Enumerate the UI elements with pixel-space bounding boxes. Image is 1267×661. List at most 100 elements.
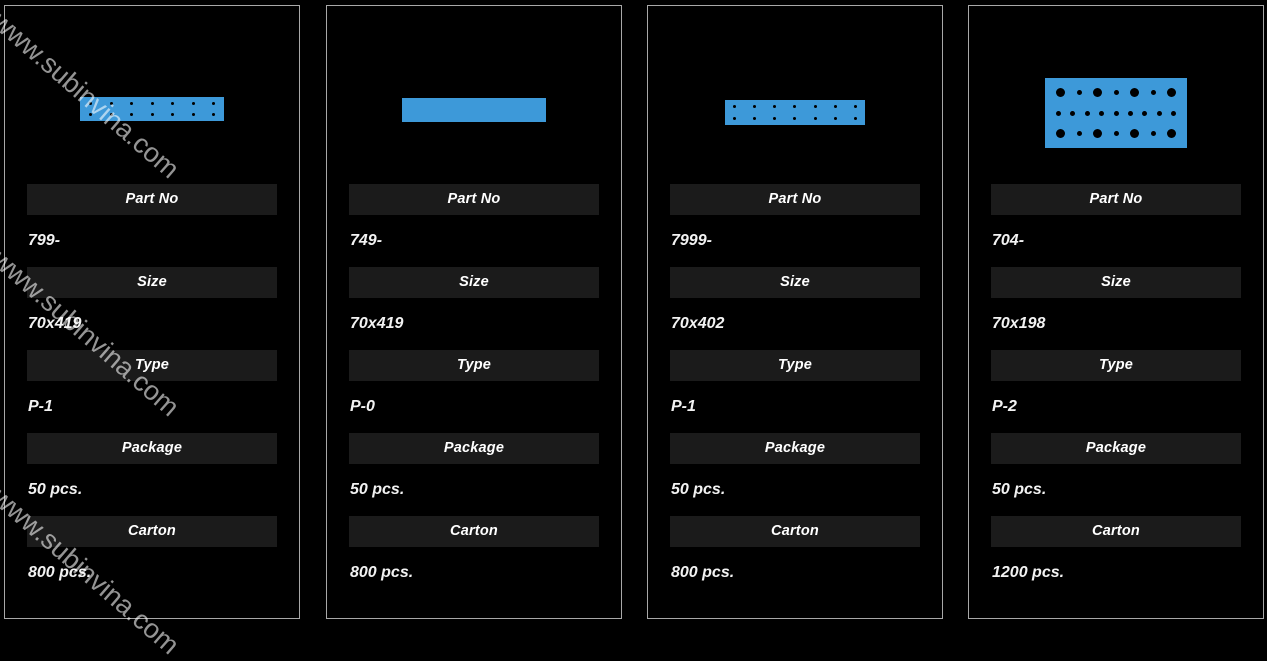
hole-icon [1056, 88, 1065, 97]
hole-icon [1099, 110, 1105, 116]
plain-bar-figure [402, 98, 546, 122]
hole-icon [793, 105, 797, 108]
hole-icon [753, 105, 757, 108]
spec-value-part-no: 704- [992, 232, 1025, 249]
hole-icon [1093, 129, 1102, 138]
spec-label-package: Package [349, 433, 599, 464]
spec-label-size: Size [27, 267, 277, 298]
spec-value-carton: 800 pcs. [350, 564, 414, 581]
hole-icon [1056, 129, 1065, 138]
hole-icon [813, 105, 817, 108]
hole-row [733, 117, 857, 120]
hole-icon [853, 105, 857, 108]
spec-value-package: 50 pcs. [992, 481, 1047, 498]
hole-icon [1113, 90, 1119, 95]
hole-icon [773, 117, 777, 120]
spec-value-package: 50 pcs. [28, 481, 83, 498]
perforated-bar-2row-figure [80, 97, 224, 121]
spec-value-size: 70x198 [992, 315, 1046, 332]
spec-value-package: 50 pcs. [671, 481, 726, 498]
hole-row [1056, 110, 1176, 116]
hole-icon [130, 113, 133, 116]
hole-icon [1167, 129, 1176, 138]
hole-row [1056, 88, 1176, 97]
spec-label-size: Size [991, 267, 1241, 298]
product-image-area [327, 6, 621, 184]
spec-label-carton: Carton [991, 516, 1241, 547]
hole-icon [813, 117, 817, 120]
hole-icon [150, 102, 154, 105]
spec-label-carton: Carton [27, 516, 277, 547]
hole-icon [171, 113, 174, 116]
hole-icon [1127, 110, 1133, 116]
hole-icon [1076, 131, 1082, 136]
hole-icon [1076, 90, 1082, 95]
product-card[interactable]: Part No 7999- Size 70x402 Type P-1 Packa… [647, 5, 943, 619]
product-image-area [5, 6, 299, 184]
hole-icon [109, 113, 113, 116]
hole-icon [212, 102, 215, 105]
spec-value-type: P-2 [992, 398, 1017, 415]
spec-label-part-no: Part No [991, 184, 1241, 215]
hole-icon [109, 102, 113, 105]
product-image-area [648, 6, 942, 184]
hole-icon [753, 117, 757, 120]
hole-icon [1113, 110, 1119, 116]
perforated-bar-2row-figure [725, 100, 865, 125]
spec-label-part-no: Part No [670, 184, 920, 215]
spec-label-type: Type [349, 350, 599, 381]
spec-value-carton: 800 pcs. [671, 564, 735, 581]
spec-value-part-no: 749- [350, 232, 383, 249]
spec-label-part-no: Part No [349, 184, 599, 215]
spec-value-part-no: 7999- [671, 232, 712, 249]
spec-label-size: Size [349, 267, 599, 298]
spec-value-part-no: 799- [28, 232, 61, 249]
hole-icon [1150, 131, 1156, 136]
spec-block: Part No 749- Size 70x419 Type P-0 Packag… [327, 184, 621, 599]
spec-value-type: P-1 [28, 398, 53, 415]
hole-icon [89, 102, 92, 105]
spec-label-type: Type [991, 350, 1241, 381]
hole-icon [1056, 110, 1061, 116]
spec-label-type: Type [670, 350, 920, 381]
hole-icon [733, 117, 736, 120]
spec-value-size: 70x419 [28, 315, 82, 332]
spec-value-type: P-0 [350, 398, 375, 415]
hole-icon [1167, 88, 1176, 97]
hole-row [1056, 129, 1176, 138]
hole-icon [171, 102, 174, 105]
spec-value-type: P-1 [671, 398, 696, 415]
hole-icon [1142, 110, 1148, 116]
hole-icon [1093, 88, 1102, 97]
hole-icon [793, 117, 797, 120]
spec-value-carton: 1200 pcs. [992, 564, 1065, 581]
spec-label-package: Package [27, 433, 277, 464]
spec-label-carton: Carton [670, 516, 920, 547]
hole-icon [853, 117, 857, 120]
hole-icon [1130, 88, 1139, 97]
hole-icon [1070, 110, 1076, 116]
hole-icon [733, 105, 736, 108]
hole-icon [89, 113, 92, 116]
hole-icon [833, 105, 837, 108]
hole-icon [1113, 131, 1119, 136]
hole-icon [1156, 110, 1162, 116]
product-card[interactable]: Part No 704- Size 70x198 Type P-2 Packag… [968, 5, 1264, 619]
hole-row [89, 102, 215, 105]
spec-block: Part No 704- Size 70x198 Type P-2 Packag… [969, 184, 1263, 599]
hole-icon [1084, 110, 1090, 116]
hole-icon [150, 113, 154, 116]
spec-value-size: 70x402 [671, 315, 725, 332]
hole-icon [191, 113, 195, 116]
spec-value-carton: 800 pcs. [28, 564, 92, 581]
product-card[interactable]: Part No 749- Size 70x419 Type P-0 Packag… [326, 5, 622, 619]
spec-block: Part No 799- Size 70x419 Type P-1 Packag… [5, 184, 299, 599]
hole-icon [833, 117, 837, 120]
hole-row [89, 113, 215, 116]
product-card[interactable]: Part No 799- Size 70x419 Type P-1 Packag… [4, 5, 300, 619]
spec-label-package: Package [991, 433, 1241, 464]
spec-label-carton: Carton [349, 516, 599, 547]
spec-block: Part No 7999- Size 70x402 Type P-1 Packa… [648, 184, 942, 599]
hole-icon [773, 105, 777, 108]
spec-label-package: Package [670, 433, 920, 464]
